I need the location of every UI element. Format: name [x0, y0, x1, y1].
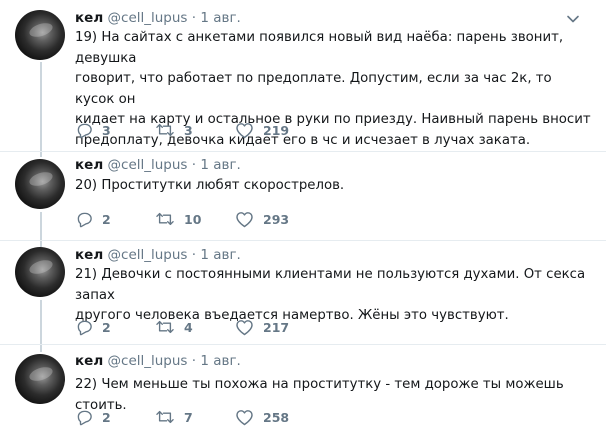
tweet-actions: 3 3 219: [75, 120, 375, 140]
reply-icon: [77, 320, 92, 336]
user-handle[interactable]: @cell_lupus: [108, 157, 188, 173]
reply-icon: [77, 123, 92, 139]
tweet-text: 20) Проститутки любят скорострелов.: [75, 176, 595, 197]
retweet-count: 4: [184, 319, 193, 335]
reply-count: 2: [102, 319, 111, 335]
retweet-count: 3: [184, 122, 193, 138]
separator-dot: ·: [191, 353, 197, 369]
avatar[interactable]: [15, 159, 65, 209]
reply-count: 2: [102, 211, 111, 227]
retweet-icon: [156, 212, 174, 226]
reply-icon: [77, 410, 92, 426]
tweet-header: кел @cell_lupus · 1 авг.: [75, 9, 241, 27]
tweet-date[interactable]: 1 авг.: [200, 157, 241, 173]
avatar[interactable]: [15, 10, 65, 60]
tweet-text-line: 21) Девочки с постоянными клиентами не п…: [75, 267, 586, 303]
separator-dot: ·: [191, 157, 197, 173]
like-button[interactable]: 293: [235, 209, 289, 229]
avatar[interactable]: [15, 247, 65, 297]
retweet-icon: [156, 123, 174, 137]
tweet-actions: 2 10 293: [75, 209, 375, 229]
user-handle[interactable]: @cell_lupus: [108, 10, 188, 26]
like-button[interactable]: 219: [235, 120, 289, 140]
reply-count: 3: [102, 122, 111, 138]
retweet-button[interactable]: 3: [155, 120, 193, 140]
like-icon: [236, 212, 253, 228]
tweet-text-line: говорит, что работает по предоплате. Доп…: [75, 71, 552, 107]
tweet-actions: 2 4 217: [75, 317, 375, 337]
tweet-actions: 2 7 258: [75, 407, 375, 427]
tweet-header: кел @cell_lupus · 1 авг.: [75, 156, 241, 174]
like-count: 217: [263, 319, 290, 335]
user-handle[interactable]: @cell_lupus: [108, 353, 188, 369]
retweet-icon: [156, 410, 174, 424]
reply-button[interactable]: 2: [75, 209, 111, 229]
like-button[interactable]: 258: [235, 407, 289, 427]
user-handle[interactable]: @cell_lupus: [108, 247, 188, 263]
tweet-date[interactable]: 1 авг.: [200, 247, 241, 263]
retweet-button[interactable]: 10: [155, 209, 201, 229]
reply-button[interactable]: 2: [75, 317, 111, 337]
like-icon: [236, 410, 253, 426]
tweet-header: кел @cell_lupus · 1 авг.: [75, 352, 241, 370]
tweet[interactable]: кел @cell_lupus · 1 авг. 19) На сайтах с…: [0, 0, 606, 150]
like-count: 219: [263, 122, 290, 138]
like-icon: [236, 320, 253, 336]
retweet-count: 10: [184, 211, 202, 227]
separator-dot: ·: [191, 247, 197, 263]
reply-count: 2: [102, 409, 111, 425]
tweet[interactable]: кел @cell_lupus · 1 авг. 21) Девочки с п…: [0, 241, 606, 344]
tweet[interactable]: кел @cell_lupus · 1 авг. 22) Чем меньше …: [0, 345, 606, 438]
tweet-date[interactable]: 1 авг.: [200, 10, 241, 26]
user-name[interactable]: кел: [75, 10, 103, 26]
retweet-button[interactable]: 4: [155, 317, 193, 337]
avatar[interactable]: [15, 354, 65, 404]
retweet-count: 7: [184, 409, 193, 425]
like-icon: [236, 123, 253, 139]
tweet-text-line: 19) На сайтах с анкетами появился новый …: [75, 30, 564, 66]
user-name[interactable]: кел: [75, 247, 103, 263]
tweet-header: кел @cell_lupus · 1 авг.: [75, 246, 241, 264]
tweet-text-line: 20) Проститутки любят скорострелов.: [75, 178, 345, 193]
like-button[interactable]: 217: [235, 317, 289, 337]
like-count: 293: [263, 211, 290, 227]
tweet[interactable]: кел @cell_lupus · 1 авг. 20) Проститутки…: [0, 152, 606, 240]
user-name[interactable]: кел: [75, 353, 103, 369]
reply-icon: [77, 212, 92, 228]
reply-button[interactable]: 2: [75, 407, 111, 427]
like-count: 258: [263, 409, 290, 425]
tweet-date[interactable]: 1 авг.: [200, 353, 241, 369]
retweet-icon: [156, 320, 174, 334]
reply-button[interactable]: 3: [75, 120, 111, 140]
chevron-down-icon[interactable]: [566, 12, 580, 26]
retweet-button[interactable]: 7: [155, 407, 193, 427]
user-name[interactable]: кел: [75, 157, 103, 173]
separator-dot: ·: [191, 10, 197, 26]
